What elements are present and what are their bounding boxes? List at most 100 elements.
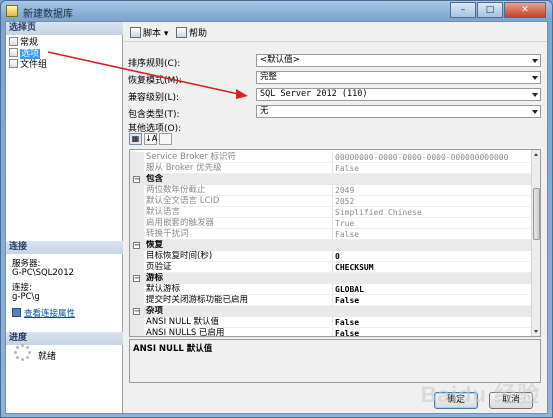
maximize-button[interactable]: □ <box>477 2 503 18</box>
category-label: 游标 <box>146 273 164 283</box>
category-fill <box>332 174 532 185</box>
categorized-view-button[interactable]: ▦ <box>129 133 142 145</box>
grid-property-row[interactable]: ANSI NULL 默认值 False <box>130 317 532 328</box>
containment-type-select[interactable]: 无 <box>256 105 541 118</box>
property-value[interactable]: False <box>332 328 532 336</box>
grid-property-row[interactable]: Service Broker 标识符 00000000-0000-0000-000… <box>130 152 532 163</box>
help-button[interactable]: 帮助 <box>176 26 207 39</box>
grid-property-row[interactable]: 两位数年份截止 2049 <box>130 185 532 196</box>
grid-scrollbar[interactable] <box>531 150 540 336</box>
row-separator <box>144 228 532 229</box>
row-gutter <box>130 251 144 262</box>
category-label: 包含 <box>146 174 164 184</box>
row-gutter <box>130 328 144 336</box>
grid-property-row[interactable]: 默认全文语言 LCID 2052 <box>130 196 532 207</box>
compatibility-level-value: SQL Server 2012 (110) <box>260 89 368 99</box>
row-gutter <box>130 262 144 273</box>
row-gutter <box>130 295 144 306</box>
row-separator <box>144 195 532 196</box>
progress-spinner-icon <box>14 344 32 362</box>
grid-category-row[interactable]: − 游标 <box>130 273 532 284</box>
window-title: 新建数据库 <box>23 9 73 20</box>
chevron-down-icon <box>532 110 538 114</box>
grid-property-row[interactable]: 默认语言 Simplified Chinese <box>130 207 532 218</box>
alphabetical-sort-button[interactable]: ↓A <box>144 133 157 145</box>
window-controls: – □ ✕ <box>449 2 546 18</box>
server-value: G-PC\SQL2012 <box>12 268 75 278</box>
property-name: ANSI NULLS 已启用 <box>146 328 225 337</box>
row-gutter <box>130 284 144 295</box>
page-icon <box>9 59 18 68</box>
grid-property-row[interactable]: 页验证 CHECKSUM <box>130 262 532 273</box>
grid-property-row[interactable]: 转换干扰词 False <box>130 229 532 240</box>
property-grid[interactable]: ANSI NULLS 已启用 False ANSI NULL 默认值 False − 杂项… <box>129 149 541 337</box>
row-gutter <box>130 229 144 240</box>
row-gutter <box>130 163 144 174</box>
category-label: 恢复 <box>146 240 164 250</box>
chevron-down-icon <box>532 76 538 80</box>
row-gutter <box>130 317 144 328</box>
connection-value: g-PC\g <box>12 292 40 302</box>
grid-category-row[interactable]: − 包含 <box>130 174 532 185</box>
page-item-filegroups[interactable]: 文件组 <box>9 59 47 70</box>
row-separator <box>144 162 532 163</box>
toolbar: 脚本 ▾ 帮助 <box>124 22 547 42</box>
grid-category-row[interactable]: − 杂项 <box>130 306 532 317</box>
compatibility-level-label: 兼容级别(L): <box>128 93 180 103</box>
grid-property-row[interactable]: 目标恢复时间(秒) 0 <box>130 251 532 262</box>
collapse-toggle-icon[interactable]: − <box>133 176 140 183</box>
category-fill <box>332 273 532 284</box>
property-pages-button[interactable] <box>159 133 172 145</box>
script-label: 脚本 <box>143 29 162 39</box>
row-separator <box>144 239 532 240</box>
grid-property-row[interactable]: 提交时关闭游标功能已启用 False <box>130 295 532 306</box>
grid-property-row[interactable]: 启用嵌套的触发器 True <box>130 218 532 229</box>
recovery-model-select[interactable]: 完整 <box>256 71 541 84</box>
chevron-down-icon[interactable]: ▾ <box>164 29 169 39</box>
row-gutter <box>130 218 144 229</box>
page-item-label: 文件组 <box>20 60 48 70</box>
grid-property-row[interactable]: 默认游标 GLOBAL <box>130 284 532 295</box>
row-gutter <box>130 196 144 207</box>
scroll-down-icon[interactable] <box>534 330 538 333</box>
collapse-toggle-icon[interactable]: − <box>133 275 140 282</box>
close-button[interactable]: ✕ <box>504 2 546 18</box>
collation-select[interactable]: <默认值> <box>256 54 541 67</box>
row-gutter <box>130 152 144 163</box>
link-label: 查看连接属性 <box>24 309 76 319</box>
recovery-model-label: 恢复模式(M): <box>128 76 182 86</box>
page-item-label: 常规 <box>20 38 39 48</box>
chevron-down-icon <box>532 93 538 97</box>
title-bar[interactable]: 新建数据库 – □ ✕ <box>1 1 552 21</box>
containment-type-label: 包含类型(T): <box>128 110 180 120</box>
category-fill <box>332 240 532 251</box>
grid-property-row[interactable]: 服从 Broker 优先级 False <box>130 163 532 174</box>
chevron-down-icon <box>532 59 538 63</box>
page-icon <box>9 48 18 57</box>
minimize-button[interactable]: – <box>450 2 476 18</box>
page-icon <box>9 37 18 46</box>
scroll-thumb[interactable] <box>533 188 540 240</box>
collation-value: <默认值> <box>260 55 300 65</box>
progress-status: 就绪 <box>38 352 57 362</box>
view-connection-properties-link[interactable]: 查看连接属性 <box>12 307 75 319</box>
row-separator <box>144 305 532 306</box>
grid-category-row[interactable]: − 恢复 <box>130 240 532 251</box>
dialog-window: 新建数据库 – □ ✕ 选择页 常规 选项 文件组 连接 服务器: G-PC\S… <box>0 0 553 418</box>
page-item-general[interactable]: 常规 <box>9 37 38 48</box>
collapse-toggle-icon[interactable]: − <box>133 308 140 315</box>
row-separator <box>144 217 532 218</box>
page-item-label: 选项 <box>20 49 41 59</box>
compatibility-level-select[interactable]: SQL Server 2012 (110) <box>256 88 541 101</box>
grid-property-row[interactable]: ANSI NULLS 已启用 False <box>130 328 532 337</box>
select-page-header: 选择页 <box>6 22 123 35</box>
script-icon <box>130 27 141 38</box>
row-separator <box>144 272 532 273</box>
left-pane: 选择页 常规 选项 文件组 连接 服务器: G-PC\SQL2012 连接: g… <box>6 22 123 413</box>
script-button[interactable]: 脚本 ▾ <box>130 26 168 39</box>
containment-type-value: 无 <box>260 106 269 116</box>
collapse-toggle-icon[interactable]: − <box>133 242 140 249</box>
category-fill <box>332 306 532 317</box>
page-item-options[interactable]: 选项 <box>9 48 41 59</box>
scroll-up-icon[interactable] <box>534 153 538 156</box>
